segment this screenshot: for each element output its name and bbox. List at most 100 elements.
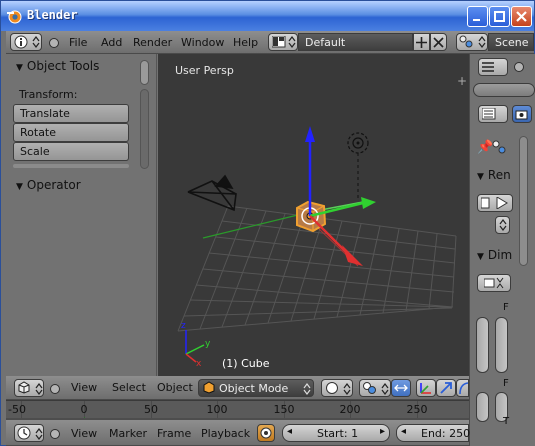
collapse-menu-toggle[interactable] [49, 38, 59, 48]
delete-screen-button[interactable] [430, 33, 447, 51]
start-frame-field[interactable]: ◂ Start: 1 ▸ [282, 424, 390, 442]
title-bar[interactable]: Blender [1, 1, 534, 31]
screen-layout-field[interactable]: Default [298, 33, 413, 51]
pivot-point-button[interactable] [359, 379, 391, 397]
maximize-button[interactable] [489, 6, 510, 27]
render-tab-button[interactable] [512, 105, 532, 123]
lamp-object[interactable] [347, 132, 369, 201]
operator-panel-header[interactable]: ▼ Operator [16, 178, 81, 192]
resolution-x-field[interactable] [476, 317, 489, 373]
mode-selector[interactable]: Object Mode [198, 379, 314, 397]
y-axis-line [202, 211, 311, 239]
scene-browse[interactable] [456, 33, 488, 51]
svg-text:y: y [205, 339, 211, 349]
camera-object[interactable] [187, 174, 237, 212]
tool-shelf: ▼ Object Tools Transform: Translate Rotat… [6, 54, 157, 376]
blender-logo-icon [7, 10, 22, 24]
dimensions-panel-header[interactable]: ▼ Dim [477, 248, 512, 262]
keyframe-record-toggle[interactable] [257, 424, 275, 442]
frame-start-field[interactable] [476, 392, 489, 422]
list-icon [482, 62, 494, 72]
scene-name: Scene [495, 36, 529, 49]
manipulator-toggle[interactable] [391, 379, 411, 397]
blender-window: Blender File Add Render Window Help Defa… [0, 0, 535, 446]
timeline-ruler[interactable]: -50 0 50 100 150 200 250 [6, 400, 469, 421]
rotate-manipulator-button[interactable] [436, 379, 456, 397]
properties-editor-type[interactable] [478, 105, 508, 123]
close-icon [433, 37, 444, 48]
preset-icon [484, 277, 504, 289]
plus-icon[interactable]: + [457, 75, 467, 87]
3d-viewport[interactable]: User Persp z y x (1) Cube + [158, 54, 469, 376]
menu-marker[interactable]: Marker [109, 427, 147, 440]
menu-select[interactable]: Select [112, 381, 146, 394]
minimize-icon [473, 19, 480, 21]
render-icon [481, 197, 508, 209]
cube-icon [18, 381, 30, 394]
end-frame-value: End: 250 [421, 427, 471, 440]
collapse-menu-toggle[interactable] [50, 384, 60, 394]
menu-view[interactable]: View [71, 381, 97, 394]
render-panel-title: Ren [487, 168, 511, 182]
scale-button[interactable]: Scale [13, 142, 129, 161]
render-image-button[interactable] [477, 194, 513, 212]
dimensions-presets-button[interactable] [477, 274, 511, 292]
tick-label: 250 [406, 403, 428, 416]
minimize-button[interactable] [467, 6, 488, 27]
field-label-t: T [503, 416, 510, 427]
scale-label: Scale [20, 145, 50, 158]
editor-type-timeline[interactable] [14, 424, 44, 442]
timeline-header: View Marker Frame Playback ◂ Start: 1 ▸ … [6, 420, 471, 446]
menu-help[interactable]: Help [233, 36, 258, 49]
transform-label: Transform: [19, 88, 78, 101]
resolution-y-field[interactable] [495, 317, 508, 373]
close-button[interactable] [511, 6, 532, 27]
menu-file[interactable]: File [69, 36, 87, 49]
render-panel-header[interactable]: ▼ Ren [477, 168, 511, 182]
chevron-left-icon[interactable]: ◂ [401, 426, 406, 437]
close-icon [516, 11, 527, 22]
add-screen-button[interactable] [413, 33, 430, 51]
screen-layout-browse[interactable] [268, 33, 298, 51]
menu-window[interactable]: Window [181, 36, 224, 49]
translate-manipulator-button[interactable] [416, 379, 436, 397]
viewport-scene: z y x [177, 126, 457, 369]
chevron-right-icon[interactable]: ▸ [380, 426, 385, 437]
menu-playback[interactable]: Playback [201, 427, 250, 440]
tick-label: -50 [8, 403, 26, 416]
scene-field[interactable]: Scene [488, 33, 534, 51]
outliner-editor-type[interactable] [478, 58, 508, 76]
menu-object[interactable]: Object [157, 381, 193, 394]
menu-frame[interactable]: Frame [157, 427, 191, 440]
editor-type-3d-view[interactable] [14, 379, 44, 397]
manipulator-icon [394, 384, 408, 392]
end-frame-field[interactable]: ◂ End: 250 [396, 424, 471, 442]
render-options-stepper[interactable] [495, 216, 510, 234]
tool-shelf-scrollbar[interactable] [140, 60, 149, 85]
object-tools-panel-header[interactable]: ▼ Object Tools [16, 59, 99, 73]
collapse-menu-toggle[interactable] [50, 429, 60, 439]
translate-button[interactable]: Translate [13, 104, 129, 123]
tick-label: 100 [206, 403, 228, 416]
pin-icon[interactable]: 📌 [477, 140, 493, 155]
tick-label: 150 [273, 403, 295, 416]
menu-render[interactable]: Render [133, 36, 172, 49]
menu-view[interactable]: View [71, 427, 97, 440]
scene-icon [459, 35, 473, 48]
menu-add[interactable]: Add [101, 36, 122, 49]
collapse-menu-toggle[interactable] [514, 62, 524, 72]
scale-manipulator-button[interactable] [456, 379, 469, 397]
chevron-left-icon[interactable]: ◂ [287, 426, 292, 437]
tool-shelf-scroll-track[interactable] [140, 89, 149, 169]
chevron-updown-icon [303, 383, 311, 395]
arrow-diagonal-icon [440, 382, 452, 394]
record-icon [260, 427, 272, 439]
active-object-label: (1) Cube [222, 357, 270, 370]
properties-scrollbar[interactable] [519, 136, 528, 266]
panel-divider [13, 164, 129, 168]
viewport-shading-button[interactable] [321, 379, 353, 397]
editor-type-info[interactable] [10, 33, 42, 51]
rotate-button[interactable]: Rotate [13, 123, 129, 142]
transform-manipulator[interactable] [305, 126, 376, 266]
outliner-search-field[interactable] [473, 83, 535, 97]
